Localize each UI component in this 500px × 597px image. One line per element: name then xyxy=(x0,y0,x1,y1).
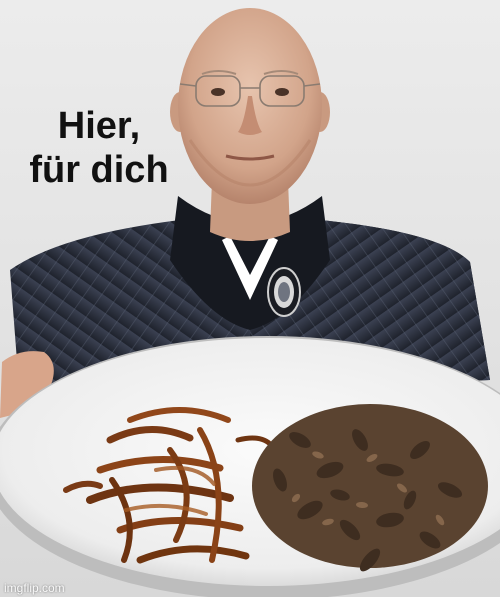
caption-line-2: für dich xyxy=(29,149,169,191)
photo-scene xyxy=(0,8,500,597)
head xyxy=(170,8,330,204)
imgflip-watermark: imgflip.com xyxy=(4,581,65,595)
meme-caption: Hier, für dich xyxy=(18,104,180,192)
badge-icon xyxy=(267,267,301,317)
meme-image: Hier, für dich imgflip.com xyxy=(0,0,500,597)
caption-line-1: Hier, xyxy=(57,105,141,147)
